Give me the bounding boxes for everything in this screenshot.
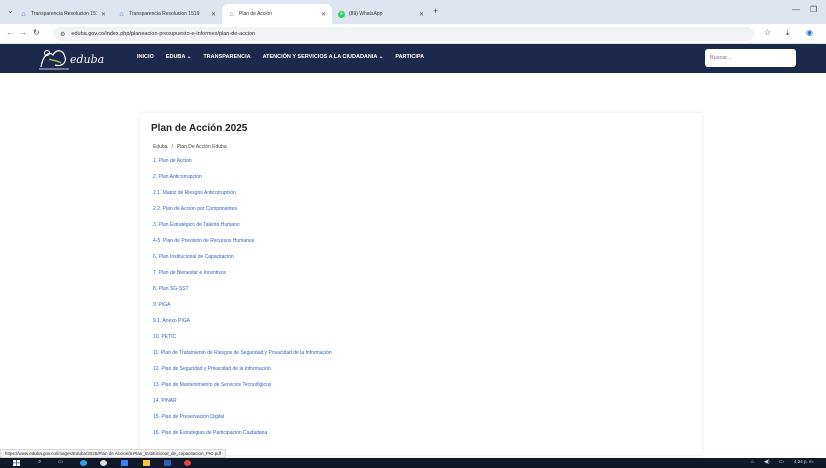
search-input[interactable] (705, 49, 796, 67)
minimize-icon[interactable]: — (792, 5, 800, 14)
house-icon: ⌂ (229, 10, 234, 18)
plan-link[interactable]: 1. Plan de Acción (153, 158, 332, 174)
whatsapp-icon: ● (338, 10, 345, 18)
browser-tab-strip: ⌄ ⌂ Transparencia Resolucion 1519 ✕ ⌂ Tr… (0, 0, 826, 24)
windows-icon[interactable] (13, 460, 20, 466)
menu-item-atencion[interactable]: ATENCIÓN Y SERVICIOS A LA CIUDADANIA ⌄ (263, 54, 384, 60)
browser-tab[interactable]: ⌂ Transparencia Resolucion 1519 ✕ (14, 4, 112, 24)
house-icon: ⌂ (21, 10, 26, 18)
close-icon[interactable]: ✕ (101, 11, 106, 18)
tab-label: (89) WhatsApp (349, 11, 383, 17)
address-bar: ← → ↻ ⚙ eduba.gov.co/index.php/planeacio… (0, 24, 826, 44)
back-arrow-icon[interactable]: ← (6, 28, 14, 37)
plan-link[interactable]: 16. Plan de Estrategias de Participación… (153, 430, 332, 446)
site-info-icon[interactable]: ⚙ (60, 31, 65, 38)
plan-link[interactable]: 8. Plan SG-SST (153, 286, 332, 302)
clock[interactable]: 4:24 p. m. (794, 459, 814, 464)
tab-label: Transparencia Resolucion 1519 (129, 11, 200, 17)
browser-tab[interactable]: ● (89) WhatsApp ✕ (332, 4, 430, 24)
house-icon: ⌂ (119, 10, 124, 18)
plan-link[interactable]: 2. Plan Anticorrupción (153, 174, 332, 190)
battery-icon[interactable]: ▭ (779, 459, 784, 465)
plan-link[interactable]: 9. PIGA (153, 302, 332, 318)
close-icon[interactable]: ✕ (211, 11, 216, 18)
plan-link[interactable]: 7. Plan de Bienestar e Incentivos (153, 270, 332, 286)
plan-link[interactable]: 15. Plan de Preservación Digital (153, 414, 332, 430)
breadcrumb-item-current: Plan De Acción Eduba (176, 144, 227, 150)
breadcrumb: Eduba / Plan De Acción Eduba (153, 144, 227, 150)
volume-icon[interactable]: ◀) (764, 459, 770, 465)
plan-link[interactable]: 4-5. Plan de Previsión de Recursos Human… (153, 238, 332, 254)
edge-icon[interactable] (80, 460, 87, 466)
logo-figure-icon (39, 50, 69, 70)
menu-item-eduba[interactable]: EDUBA ⌄ (166, 54, 192, 60)
tab-label: Transparencia Resolucion 1519 (31, 11, 97, 17)
word-icon[interactable] (164, 460, 171, 466)
plan-link[interactable]: 11. Plan de Tratamiento de Riesgos de Se… (153, 350, 332, 366)
plan-link[interactable]: 2.1. Matriz de Riesgos Anticorrupción (153, 190, 332, 206)
taskbar: ⌕ ▭ ⌂ ◀) ▭ 4:24 p. m. (0, 458, 826, 468)
close-icon[interactable]: ✕ (419, 11, 424, 18)
task-view-icon[interactable]: ▭ (58, 459, 63, 465)
forward-arrow-icon[interactable]: → (19, 28, 27, 37)
menu-item-participa[interactable]: PARTICIPA (395, 54, 424, 60)
status-url-bar: https://www.eduba.gov.co/images/Eduba/20… (0, 449, 227, 458)
main-menu: INICIO EDUBA ⌄ TRANSPARENCIA ATENCIÓN Y … (137, 54, 436, 60)
plan-link[interactable]: 2.2. Plan de Acción por Componentes (153, 206, 332, 222)
menu-item-inicio[interactable]: INICIO (137, 54, 154, 60)
plan-link[interactable]: 12. Plan de Seguridad y Privacidad de la… (153, 366, 332, 382)
tab-search-chevron-icon[interactable]: ⌄ (7, 6, 14, 15)
plan-link[interactable]: 13. Plan de Mantenimiento de Servicios T… (153, 382, 332, 398)
url-field[interactable]: ⚙ eduba.gov.co/index.php/planeacion-pres… (54, 27, 754, 41)
plan-list: 1. Plan de Acción 2. Plan Anticorrupción… (153, 158, 332, 446)
menu-item-transparencia[interactable]: TRANSPARENCIA (203, 54, 250, 60)
download-icon[interactable]: ⤓ (786, 28, 790, 38)
profile-icon[interactable]: ◉ (806, 28, 813, 37)
plan-link[interactable]: 14. PINAR (153, 398, 332, 414)
reload-icon[interactable]: ↻ (33, 28, 40, 37)
network-icon[interactable]: ⌂ (751, 459, 754, 465)
close-icon[interactable]: ✕ (321, 11, 326, 18)
breadcrumb-separator: / (171, 144, 173, 150)
breadcrumb-item-eduba[interactable]: Eduba (153, 144, 167, 150)
file-explorer-icon[interactable] (143, 460, 150, 466)
plan-link[interactable]: 9.1. Anexo PIGA (153, 318, 332, 334)
eduba-logo[interactable]: eduba (37, 45, 117, 71)
restore-icon[interactable]: ❐ (810, 5, 817, 14)
plan-link[interactable]: 3. Plan Estratégico de Talento Humano (153, 222, 332, 238)
tab-label: Plan de Acción (239, 11, 273, 17)
new-tab-plus-icon[interactable]: + (433, 6, 438, 16)
logo-text: eduba (70, 53, 105, 66)
store-icon[interactable] (121, 460, 128, 466)
bookmark-star-icon[interactable]: ☆ (764, 28, 771, 37)
search-icon[interactable]: ⌕ (38, 459, 41, 466)
plan-link[interactable]: 6. Plan Institucional de Capacitación (153, 254, 332, 270)
content-card: Plan de Acción 2025 Eduba / Plan De Acción… (140, 113, 702, 455)
chrome-icon[interactable] (184, 460, 191, 466)
browser-tab-active[interactable]: ⌂ Plan de Acción ✕ (222, 4, 332, 24)
page-title: Plan de Acción 2025 (151, 123, 248, 134)
plan-link[interactable]: 10. PETIC (153, 334, 332, 350)
browser-tab[interactable]: ⌂ Transparencia Resolucion 1519 ✕ (112, 4, 222, 24)
site-header: eduba INICIO EDUBA ⌄ TRANSPARENCIA ATENC… (0, 44, 826, 73)
chrome-icon[interactable] (100, 460, 107, 466)
url-text: eduba.gov.co/index.php/planeacion-presup… (71, 31, 256, 37)
